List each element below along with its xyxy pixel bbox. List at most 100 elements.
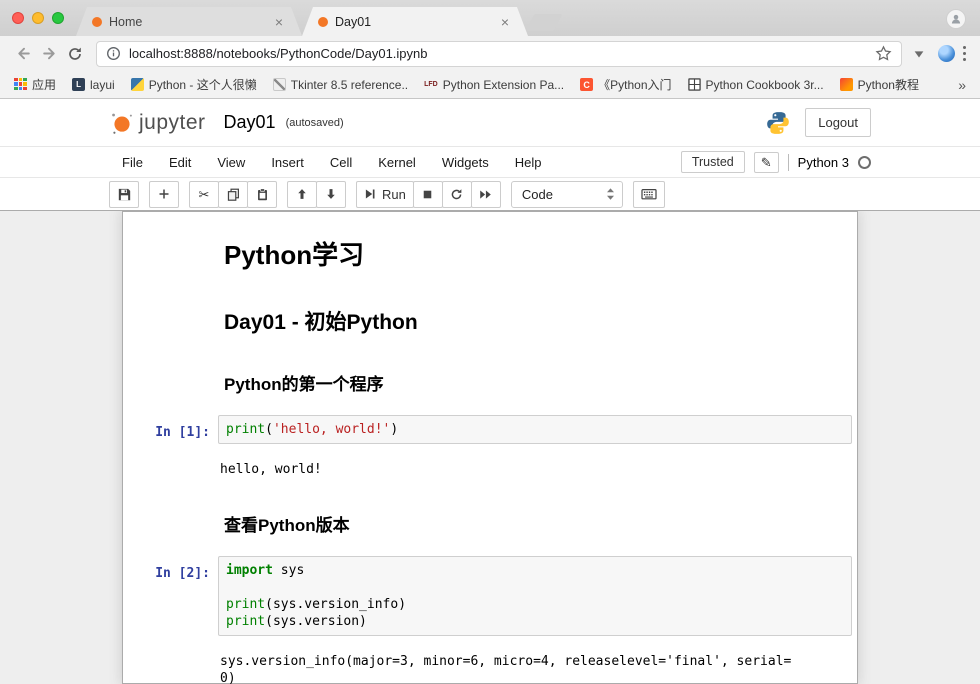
bookmark-label: Tkinter 8.5 reference.. <box>291 78 408 92</box>
address-bar[interactable]: localhost:8888/notebooks/PythonCode/Day0… <box>96 41 902 67</box>
paste-cell-button[interactable] <box>247 181 277 208</box>
run-icon <box>364 188 376 200</box>
forward-icon <box>41 45 58 62</box>
bookmark-label: layui <box>90 78 115 92</box>
window-controls <box>12 12 64 24</box>
zoom-window-button[interactable] <box>52 12 64 24</box>
notebook-scroll-area[interactable]: Python学习 Day01 - 初始Python Python的第一个程序 I… <box>0 211 980 684</box>
bookmark-label: Python教程 <box>858 76 919 93</box>
menu-bar: File Edit View Insert Cell Kernel Widget… <box>0 147 980 178</box>
python-icon <box>131 78 144 91</box>
markdown-cell-day01[interactable]: Day01 - 初始Python <box>123 287 857 351</box>
download-triangle-icon[interactable] <box>912 47 926 61</box>
command-palette-button[interactable] <box>633 181 665 208</box>
output-cell-1: hello, world! <box>123 449 857 492</box>
scissors-icon: ✂ <box>199 188 210 201</box>
bookmark-python-blog[interactable]: Python - 这个人很懒 <box>125 74 263 95</box>
cut-cell-button[interactable]: ✂ <box>189 181 219 208</box>
close-tab-icon[interactable]: × <box>272 14 286 30</box>
bookmark-label: Python - 这个人很懒 <box>149 76 257 93</box>
menu-help[interactable]: Help <box>502 155 555 170</box>
move-cell-down-button[interactable] <box>316 181 346 208</box>
markdown-cell-version[interactable]: 查看Python版本 <box>123 492 857 551</box>
cell-2-output: sys.version_info(major=3, minor=6, micro… <box>220 653 846 684</box>
page-info-icon[interactable] <box>106 46 121 61</box>
edit-title-button[interactable]: ✎ <box>754 152 779 173</box>
menu-file[interactable]: File <box>109 155 156 170</box>
bookmark-layui[interactable]: L layui <box>66 76 121 94</box>
tkinter-icon <box>273 78 286 91</box>
cell-type-value: Code <box>522 187 553 202</box>
bookmark-label: 《Python入门 <box>598 76 671 93</box>
csdn-icon: C <box>580 78 593 91</box>
bookmark-python-cookbook[interactable]: Python Cookbook 3r... <box>682 76 830 94</box>
bookmark-python-tutorial[interactable]: Python教程 <box>834 74 925 95</box>
save-icon <box>118 188 131 201</box>
markdown-cell-title[interactable]: Python学习 <box>123 216 857 287</box>
add-cell-button[interactable] <box>149 181 179 208</box>
menu-view[interactable]: View <box>204 155 258 170</box>
reload-button[interactable] <box>62 41 88 67</box>
menu-insert[interactable]: Insert <box>258 155 317 170</box>
restart-kernel-button[interactable] <box>442 181 472 208</box>
bookmark-python-extension[interactable]: LFD Python Extension Pa... <box>418 76 570 94</box>
notebook-toolbar: ✂ Run <box>0 178 980 211</box>
url-text[interactable]: localhost:8888/notebooks/PythonCode/Day0… <box>129 46 875 61</box>
minimize-window-button[interactable] <box>32 12 44 24</box>
new-tab-button[interactable] <box>525 14 562 31</box>
copy-icon <box>227 188 240 201</box>
code-input-1[interactable]: print('hello, world!') <box>218 415 852 444</box>
cell-type-select[interactable]: Code <box>511 181 623 208</box>
restart-icon <box>450 188 463 201</box>
cell-1-output: hello, world! <box>220 461 846 478</box>
lfd-icon: LFD <box>424 78 438 91</box>
tutorial-icon <box>840 78 853 91</box>
menu-edit[interactable]: Edit <box>156 155 204 170</box>
copy-cell-button[interactable] <box>218 181 248 208</box>
extension-icons <box>912 45 955 62</box>
bookmark-label: Python Extension Pa... <box>443 78 564 92</box>
tab-label: Home <box>109 15 272 29</box>
tabs: Home × Day01 × <box>76 7 558 36</box>
tab-label: Day01 <box>335 15 498 29</box>
back-button[interactable] <box>10 41 36 67</box>
jupyter-logo[interactable]: jupyter <box>109 110 206 136</box>
tab-home[interactable]: Home × <box>76 7 302 36</box>
forward-button[interactable] <box>36 41 62 67</box>
code-cell-1[interactable]: In [1]: print('hello, world!') <box>123 410 857 449</box>
menu-widgets[interactable]: Widgets <box>429 155 502 170</box>
interrupt-kernel-button[interactable] <box>413 181 443 208</box>
save-button[interactable] <box>109 181 139 208</box>
globe-extension-icon[interactable] <box>938 45 955 62</box>
tab-day01[interactable]: Day01 × <box>302 7 528 36</box>
restart-run-all-button[interactable] <box>471 181 501 208</box>
move-cell-up-button[interactable] <box>287 181 317 208</box>
tab-strip: Home × Day01 × <box>0 0 980 36</box>
arrow-down-icon <box>325 188 337 200</box>
menu-cell[interactable]: Cell <box>317 155 365 170</box>
profile-avatar[interactable] <box>946 9 966 29</box>
output-prompt-area <box>128 454 218 487</box>
code-input-2[interactable]: import sys print(sys.version_info) print… <box>218 556 852 636</box>
notebook-h2: Day01 - 初始Python <box>224 306 846 336</box>
trusted-badge[interactable]: Trusted <box>681 151 745 173</box>
bookmark-python-intro[interactable]: C 《Python入门 <box>574 74 677 95</box>
chrome-menu-icon[interactable] <box>959 46 971 62</box>
bookmark-apps[interactable]: 应用 <box>8 74 62 95</box>
notebook-h1: Python学习 <box>224 235 846 272</box>
close-window-button[interactable] <box>12 12 24 24</box>
code-cell-2[interactable]: In [2]: import sys print(sys.version_inf… <box>123 551 857 641</box>
back-icon <box>15 45 32 62</box>
close-tab-icon[interactable]: × <box>498 14 512 30</box>
kernel-idle-indicator <box>858 156 871 169</box>
menu-kernel[interactable]: Kernel <box>365 155 429 170</box>
bookmark-tkinter[interactable]: Tkinter 8.5 reference.. <box>267 76 414 94</box>
run-cell-button[interactable]: Run <box>356 181 414 208</box>
notebook-title[interactable]: Day01 <box>224 112 276 133</box>
bookmark-star-icon[interactable] <box>875 45 892 62</box>
apps-grid-icon <box>14 78 27 91</box>
logout-button[interactable]: Logout <box>805 108 871 137</box>
bookmarks-overflow-chevron[interactable]: » <box>952 77 972 93</box>
bookmark-label: 应用 <box>32 76 56 93</box>
markdown-cell-first-program[interactable]: Python的第一个程序 <box>123 351 857 410</box>
